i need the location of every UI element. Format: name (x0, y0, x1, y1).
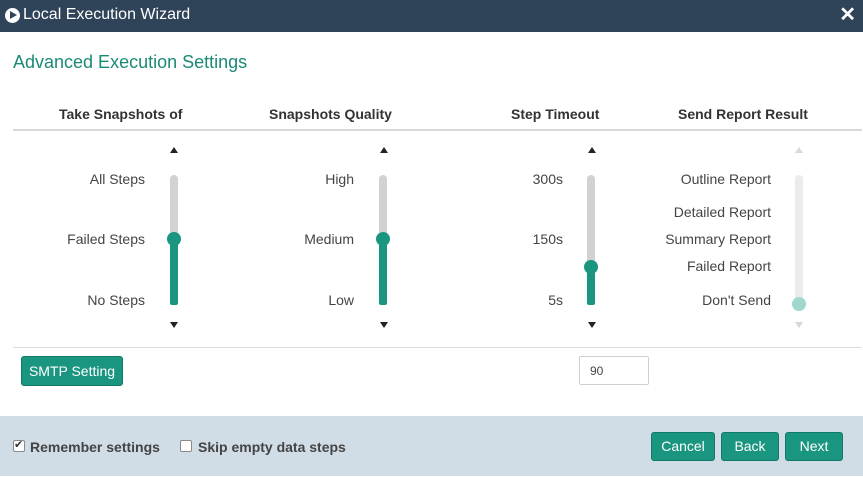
snapshots-header: Take Snapshots of (59, 106, 183, 122)
timeout-slider-thumb[interactable] (584, 260, 598, 274)
snapshots-slider[interactable] (167, 175, 181, 305)
timeout-option: 300s (532, 171, 563, 187)
timeout-input[interactable] (579, 356, 649, 385)
content-divider (13, 347, 862, 348)
next-button[interactable]: Next (785, 432, 843, 461)
remember-settings-checkbox[interactable] (13, 438, 25, 452)
report-slider-thumb (792, 297, 806, 311)
quality-option: Medium (304, 231, 354, 247)
timeout-option: 150s (532, 231, 563, 247)
slider-fill (170, 239, 178, 305)
report-slider (792, 175, 806, 311)
header-divider (13, 129, 862, 131)
slider-fill (379, 239, 387, 305)
report-header: Send Report Result (678, 106, 808, 122)
page-title: Advanced Execution Settings (13, 52, 248, 72)
snapshots-option: All Steps (89, 171, 145, 187)
report-option: Outline Report (680, 171, 771, 187)
report-down-arrow-icon (795, 322, 803, 328)
quality-slider-thumb[interactable] (376, 232, 390, 246)
close-icon[interactable]: ✕ (839, 4, 856, 26)
back-button[interactable]: Back (721, 432, 779, 461)
report-option: Don't Send (702, 292, 771, 308)
quality-header: Snapshots Quality (269, 106, 392, 122)
cancel-button[interactable]: Cancel (651, 432, 715, 461)
title-bar: Local Execution Wizard ✕ (0, 0, 863, 32)
snapshots-slider-thumb[interactable] (167, 232, 181, 246)
timeout-slider[interactable] (584, 175, 598, 305)
remember-settings-label: Remember settings (30, 439, 160, 455)
skip-empty-checkbox[interactable] (180, 440, 192, 452)
report-option: Summary Report (665, 231, 771, 247)
window-title: Local Execution Wizard (23, 6, 191, 23)
report-up-arrow-icon (795, 147, 803, 153)
timeout-up-arrow-icon[interactable] (588, 147, 596, 153)
snapshots-option: No Steps (87, 292, 145, 308)
timeout-option: 5s (548, 292, 563, 308)
smtp-setting-button[interactable]: SMTP Setting (21, 356, 123, 386)
snapshots-down-arrow-icon[interactable] (170, 322, 178, 328)
snapshots-up-arrow-icon[interactable] (170, 147, 178, 153)
timeout-header: Step Timeout (511, 106, 600, 122)
skip-empty-label: Skip empty data steps (198, 439, 346, 455)
report-option: Detailed Report (673, 204, 771, 220)
timeout-down-arrow-icon[interactable] (588, 322, 596, 328)
play-circle-icon (5, 8, 20, 23)
quality-option: Low (328, 292, 354, 308)
snapshots-option: Failed Steps (67, 231, 145, 247)
quality-down-arrow-icon[interactable] (380, 322, 388, 328)
quality-slider[interactable] (376, 175, 390, 305)
quality-option: High (325, 171, 354, 187)
quality-up-arrow-icon[interactable] (380, 147, 388, 153)
report-option: Failed Report (686, 258, 771, 274)
